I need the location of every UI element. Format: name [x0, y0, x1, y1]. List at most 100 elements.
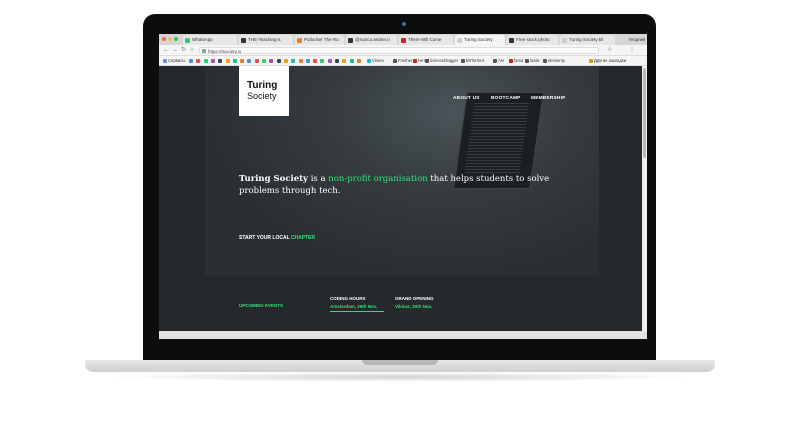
bookmark-favicon-icon[interactable] — [305, 56, 311, 65]
favicon-icon — [313, 58, 318, 63]
bookmark-item[interactable]: elementy — [543, 56, 565, 65]
nav-about-us[interactable]: ABOUT US — [453, 96, 480, 101]
bookmark-icon — [413, 58, 417, 63]
favicon-icon — [232, 58, 237, 63]
bookmark-favicon-icon[interactable] — [349, 56, 355, 65]
favicon-icon — [356, 58, 361, 63]
bookmark-label: Сервисы — [168, 58, 186, 63]
bookmark-item[interactable]: fama — [509, 56, 523, 65]
bookmark-icon — [543, 58, 547, 63]
bookmark-star-icon[interactable]: ☆ — [607, 46, 612, 54]
close-window-button[interactable] — [162, 37, 166, 41]
url-text: https://tsociety.io — [208, 48, 242, 54]
site-logo[interactable]: Turing Society — [239, 66, 289, 116]
tab-favicon-icon — [297, 37, 302, 43]
find-bar — [159, 331, 647, 339]
favicon-icon — [349, 58, 354, 63]
bookmark-favicon-icon[interactable] — [262, 56, 267, 65]
bookmark-item[interactable]: Другие закладки — [589, 56, 626, 65]
bookmark-favicon-icon[interactable] — [291, 56, 296, 65]
menu-icon[interactable]: ⋮ — [629, 46, 635, 54]
favicon-icon — [291, 58, 296, 63]
nav-bootcamp[interactable]: BOOTCAMP — [491, 96, 521, 101]
bookmark-favicon-icon[interactable] — [298, 56, 304, 65]
tagline-mid: is a — [308, 174, 329, 184]
favicon-icon — [240, 58, 245, 63]
favicon-icon — [305, 58, 310, 63]
bookmark-favicon-icon[interactable] — [189, 56, 194, 65]
bookmark-favicon-icon[interactable] — [356, 56, 362, 65]
bookmark-item[interactable]: Heт — [413, 56, 425, 65]
browser-tab[interactable]: @marco.andrei.n — [346, 35, 397, 45]
bookmark-item[interactable]: BitTorrent — [461, 56, 484, 65]
bookmark-label: BitTorrent — [466, 58, 484, 63]
favicon-icon — [203, 58, 208, 63]
bookmark-favicon-icon[interactable] — [254, 56, 260, 65]
tab-favicon-icon — [185, 37, 190, 43]
minimize-window-button[interactable] — [168, 37, 172, 41]
tab-label: @marco.andrei.n — [355, 37, 390, 42]
bookmark-item[interactable]: Сервисы — [163, 56, 185, 65]
event-detail-link[interactable]: Vilnius, 30th Nov. — [395, 304, 432, 309]
favicon-icon — [262, 58, 266, 63]
bookmark-item[interactable]: static — [525, 56, 540, 65]
bookmarks-bar: Сервисы Vimeo Fresher Heт scienceblogger BitT… — [159, 56, 647, 66]
reload-icon[interactable]: ↻ — [181, 46, 186, 54]
browser-tab[interactable]: Putlocker The Ru — [295, 35, 344, 45]
bookmark-favicon-icon[interactable] — [232, 56, 238, 65]
tab-favicon-icon — [401, 37, 406, 43]
bookmark-icon — [461, 58, 465, 63]
bookmark-icon — [493, 58, 497, 63]
bookmark-favicon-icon[interactable] — [203, 56, 209, 65]
bookmark-favicon-icon[interactable] — [269, 56, 274, 65]
bookmark-favicon-icon[interactable] — [335, 56, 340, 65]
browser-tab[interactable]: There Will Come — [399, 35, 453, 45]
favicon-icon — [283, 58, 288, 63]
favicon-icon — [254, 58, 259, 63]
home-icon[interactable]: ⌂ — [190, 46, 194, 54]
bookmark-item[interactable]: Fresher — [393, 56, 412, 65]
forward-arrow-icon[interactable]: → — [172, 46, 178, 54]
back-arrow-icon[interactable]: ← — [163, 46, 169, 54]
url-field[interactable]: https://tsociety.io — [199, 46, 599, 54]
event-detail-link[interactable]: Amsterdam, 29th Nov. — [330, 304, 377, 309]
bookmark-label: fama — [514, 58, 524, 63]
bookmark-favicon-icon[interactable] — [327, 56, 333, 65]
bookmark-favicon-icon[interactable] — [342, 56, 347, 65]
address-bar-row: ← → ↻ ⌂ https://tsociety.io ☆ ⋮ — [159, 45, 647, 56]
browser-tab[interactable]: THE-Teaching-a — [239, 35, 293, 45]
maximize-window-button[interactable] — [174, 37, 178, 41]
bookmark-favicon-icon[interactable] — [240, 56, 245, 65]
browser-tab[interactable]: Free stock photo — [507, 35, 558, 45]
favicon-icon — [210, 58, 215, 63]
tab-favicon-icon — [562, 37, 567, 43]
bookmark-favicon-icon[interactable] — [313, 56, 318, 65]
bookmark-item[interactable]: Vimeo — [367, 56, 384, 65]
bookmark-favicon-icon[interactable] — [196, 56, 201, 65]
bookmark-item[interactable]: scienceblogger — [425, 56, 458, 65]
browser-tab[interactable]: Turing Society Bl — [560, 35, 615, 45]
bookmark-item[interactable]: AN — [493, 56, 504, 65]
browser-tab[interactable]: WhatsApp — [183, 35, 237, 45]
start-chapter-link[interactable]: START YOUR LOCAL CHAPTER — [239, 235, 315, 241]
tagline-brand: Turing Society — [239, 174, 309, 184]
event-name: CODING HOURS — [330, 296, 366, 301]
browser-window: WhatsApp THE-Teaching-a Putlocker The Ru @m… — [159, 34, 647, 339]
profile-name[interactable]: Георгий — [629, 35, 645, 45]
tab-bar: WhatsApp THE-Teaching-a Putlocker The Ru @m… — [159, 34, 647, 45]
bookmark-favicon-icon[interactable] — [225, 56, 231, 65]
browser-tab[interactable]: Turing Society — [455, 35, 505, 45]
bookmark-favicon-icon[interactable] — [320, 56, 325, 65]
bookmark-favicon-icon[interactable] — [218, 56, 223, 65]
nav-membership[interactable]: MEMBERSHIP — [531, 96, 566, 101]
scrollbar-thumb[interactable] — [643, 68, 646, 158]
bookmark-favicon-icon[interactable] — [276, 56, 282, 65]
bookmark-favicon-icon[interactable] — [283, 56, 289, 65]
bookmark-favicon-icon[interactable] — [247, 56, 252, 65]
favicon-icon — [196, 58, 201, 63]
tab-label: WhatsApp — [192, 37, 213, 42]
bookmark-icon — [367, 58, 371, 63]
favicon-icon — [225, 58, 230, 63]
bookmark-favicon-icon[interactable] — [210, 56, 216, 65]
logo-line1: Turing — [247, 80, 278, 91]
